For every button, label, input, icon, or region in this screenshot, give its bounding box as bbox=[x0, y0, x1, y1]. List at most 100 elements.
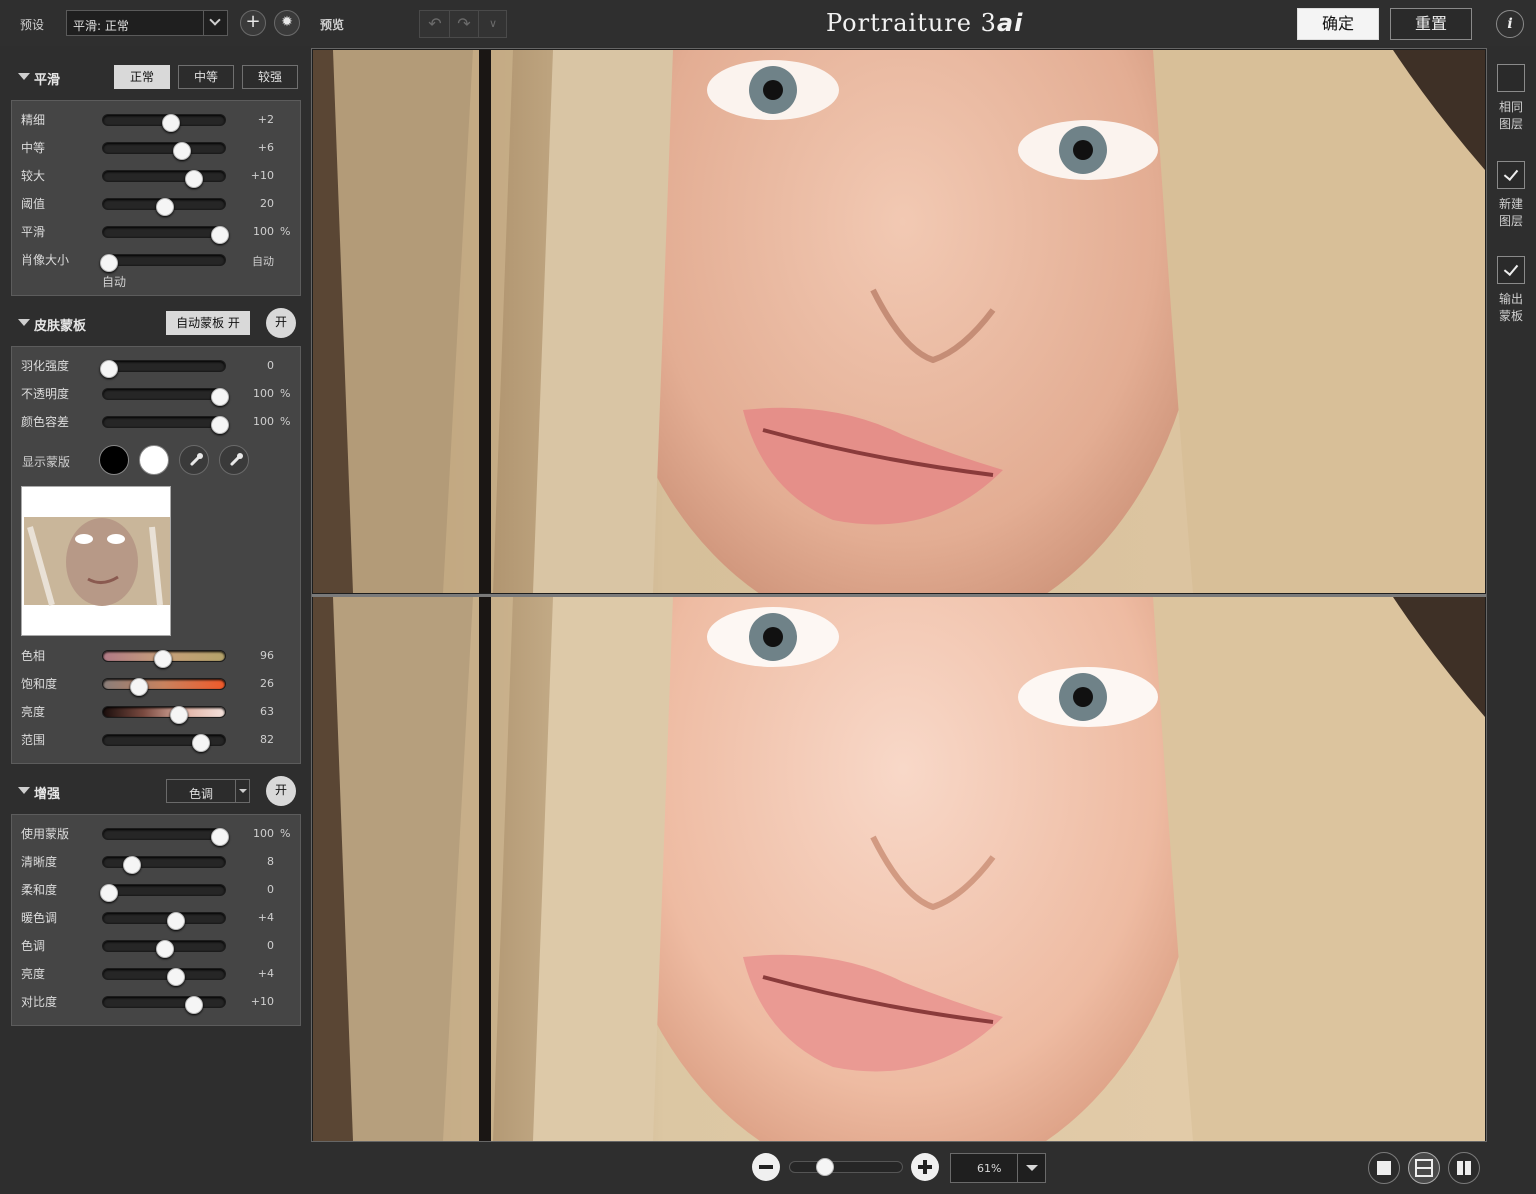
slider-value: 63 bbox=[260, 705, 274, 718]
portrait-size-sub-label: 自动 bbox=[102, 275, 127, 289]
collapse-triangle-icon[interactable] bbox=[18, 787, 30, 794]
slider-row: 暖色调 +4 bbox=[12, 910, 302, 938]
preset-select[interactable]: 平滑: 正常 bbox=[66, 10, 228, 36]
slider-value: 自动 bbox=[252, 255, 274, 268]
slider-handle[interactable] bbox=[184, 170, 203, 188]
slider-handle[interactable] bbox=[210, 388, 229, 406]
slider-track[interactable] bbox=[102, 828, 229, 846]
single-view-icon bbox=[1377, 1161, 1391, 1175]
slider-handle[interactable] bbox=[167, 912, 186, 930]
slider-label: 阈值 bbox=[21, 197, 46, 211]
slider-track[interactable] bbox=[102, 678, 226, 696]
slider-value: 20 bbox=[260, 197, 274, 210]
white-swatch-button[interactable] bbox=[139, 445, 169, 475]
auto-mask-button[interactable]: 自动蒙板 开 bbox=[166, 311, 250, 335]
ok-button[interactable]: 确定 bbox=[1297, 8, 1379, 40]
slider-track[interactable] bbox=[102, 142, 226, 160]
mode-strong-button[interactable]: 较强 bbox=[242, 65, 298, 89]
info-icon[interactable]: i bbox=[1496, 10, 1524, 38]
chevron-down-icon[interactable] bbox=[1017, 1154, 1045, 1182]
collapse-triangle-icon[interactable] bbox=[18, 73, 30, 80]
slider-handle[interactable] bbox=[173, 142, 192, 160]
slider-value: +2 bbox=[257, 113, 274, 126]
enhance-mode-dropdown[interactable]: 色调 bbox=[166, 779, 250, 803]
eyedropper-icon[interactable] bbox=[179, 445, 209, 475]
slider-handle[interactable] bbox=[122, 856, 141, 874]
slider-handle[interactable] bbox=[156, 940, 174, 958]
slider-track[interactable] bbox=[102, 170, 226, 188]
slider-track[interactable] bbox=[102, 388, 229, 406]
redo-icon[interactable]: ↷ bbox=[450, 14, 478, 36]
split-horizontal-view-button[interactable] bbox=[1408, 1152, 1440, 1184]
preview-area[interactable] bbox=[311, 48, 1487, 1142]
enhance-section-header[interactable]: 增强 bbox=[0, 770, 310, 810]
undo-icon[interactable]: ↶ bbox=[421, 14, 449, 36]
same-layer-checkbox[interactable] bbox=[1496, 64, 1526, 92]
zoom-out-button[interactable] bbox=[752, 1153, 780, 1181]
add-preset-button[interactable]: + bbox=[240, 10, 266, 36]
black-swatch-button[interactable] bbox=[99, 445, 129, 475]
gear-icon[interactable]: ✹ bbox=[274, 10, 300, 36]
slider-handle[interactable] bbox=[100, 254, 119, 272]
skin-mask-on-button[interactable]: 开 bbox=[266, 308, 296, 338]
split-vertical-icon bbox=[1457, 1161, 1471, 1175]
zoom-select[interactable]: 61% bbox=[950, 1153, 1046, 1183]
slider-handle[interactable] bbox=[153, 650, 172, 668]
slider-handle[interactable] bbox=[100, 884, 119, 902]
chevron-down-icon[interactable] bbox=[235, 780, 249, 802]
slider-track[interactable] bbox=[102, 416, 229, 434]
slider-handle[interactable] bbox=[191, 734, 210, 752]
history-dropdown-icon[interactable]: ∨ bbox=[479, 14, 507, 36]
output-mask-checkbox[interactable] bbox=[1496, 256, 1526, 284]
slider-row: 亮度 +4 bbox=[12, 966, 302, 994]
slider-track[interactable] bbox=[102, 734, 226, 752]
slider-label: 较大 bbox=[21, 169, 46, 183]
reset-button[interactable]: 重置 bbox=[1390, 8, 1472, 40]
show-mask-label: 显示蒙版 bbox=[22, 455, 71, 469]
new-layer-checkbox[interactable] bbox=[1496, 161, 1526, 189]
slider-track[interactable] bbox=[102, 912, 226, 930]
slider-handle[interactable] bbox=[162, 114, 181, 132]
zoom-slider[interactable] bbox=[789, 1158, 903, 1176]
slider-row: 中等 +6 bbox=[12, 140, 302, 168]
smoothing-title: 平滑 bbox=[34, 73, 61, 88]
zoom-in-button[interactable] bbox=[911, 1153, 939, 1181]
slider-handle[interactable] bbox=[169, 706, 188, 724]
slider-track[interactable] bbox=[102, 706, 226, 724]
eyedropper-plus-icon[interactable] bbox=[219, 445, 249, 475]
mode-medium-button[interactable]: 中等 bbox=[178, 65, 234, 89]
slider-track[interactable] bbox=[100, 884, 226, 902]
single-view-button[interactable] bbox=[1368, 1152, 1400, 1184]
slider-track[interactable] bbox=[102, 198, 226, 216]
slider-track[interactable] bbox=[102, 856, 226, 874]
slider-track[interactable] bbox=[102, 226, 229, 244]
preview-retouched[interactable] bbox=[313, 597, 1485, 1141]
mode-normal-button[interactable]: 正常 bbox=[114, 65, 170, 89]
split-vertical-view-button[interactable] bbox=[1448, 1152, 1480, 1184]
chevron-down-icon[interactable] bbox=[203, 11, 227, 35]
enhance-on-button[interactable]: 开 bbox=[266, 776, 296, 806]
slider-handle[interactable] bbox=[210, 226, 229, 244]
preview-original[interactable] bbox=[313, 50, 1485, 593]
slider-handle[interactable] bbox=[100, 360, 119, 378]
slider-track[interactable] bbox=[100, 254, 226, 272]
slider-track[interactable] bbox=[102, 968, 226, 986]
slider-handle[interactable] bbox=[210, 416, 229, 434]
skin-mask-section-header[interactable]: 皮肤蒙板 bbox=[0, 302, 310, 342]
slider-track[interactable] bbox=[102, 940, 226, 958]
zoom-slider-handle[interactable] bbox=[816, 1158, 835, 1176]
collapse-triangle-icon[interactable] bbox=[18, 319, 30, 326]
slider-handle[interactable] bbox=[167, 968, 186, 986]
slider-handle[interactable] bbox=[210, 828, 229, 846]
split-horizontal-icon bbox=[1415, 1159, 1433, 1177]
slider-handle[interactable] bbox=[129, 678, 148, 696]
slider-handle[interactable] bbox=[184, 996, 203, 1014]
slider-row: 精细 +2 bbox=[12, 112, 302, 140]
slider-handle[interactable] bbox=[156, 198, 174, 216]
slider-track[interactable] bbox=[102, 114, 226, 132]
slider-track[interactable] bbox=[102, 996, 226, 1014]
slider-track[interactable] bbox=[102, 650, 226, 668]
slider-label: 色调 bbox=[21, 939, 46, 953]
slider-track[interactable] bbox=[100, 360, 226, 378]
enhance-panel: 使用蒙版 100% 清晰度 8 柔和度 0 暖色调 +4 色调 0 亮度 +4 对比度 +10 bbox=[11, 814, 301, 1026]
